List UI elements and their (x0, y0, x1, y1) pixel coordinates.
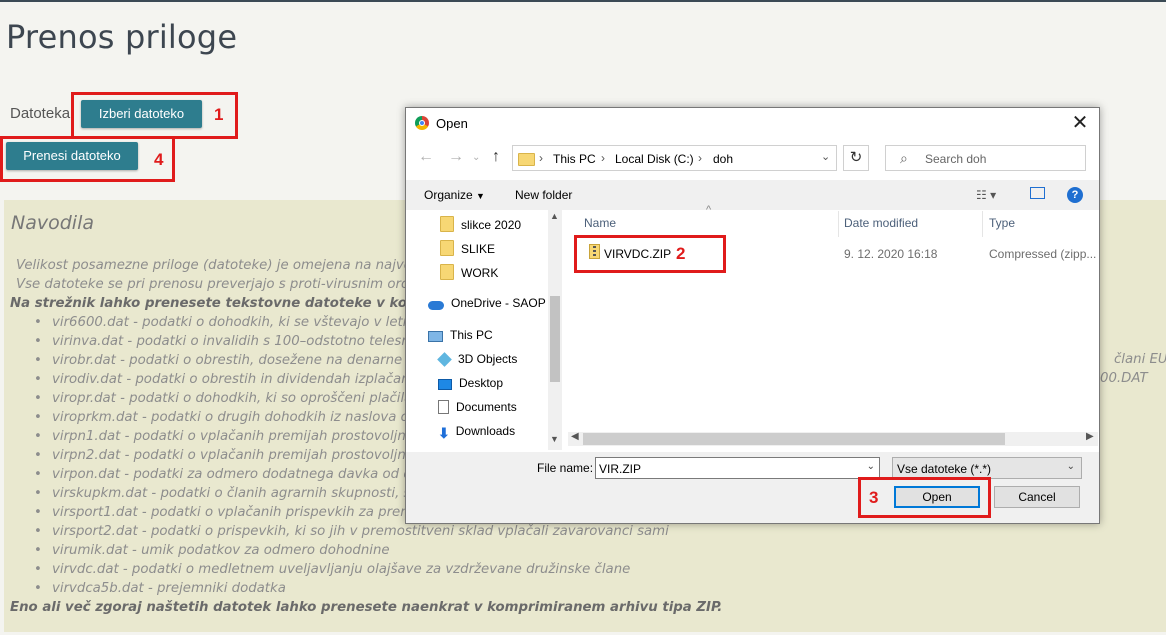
nav-item-label: Downloads (455, 424, 516, 438)
nav-item-desktop[interactable]: Desktop (438, 376, 503, 390)
breadcrumb-this-pc[interactable]: This PC (553, 152, 596, 166)
chevron-right-icon: › (601, 151, 605, 165)
column-type[interactable]: Type (989, 216, 1015, 230)
refresh-button[interactable]: ↻ (843, 145, 869, 171)
open-file-dialog: Open ✕ ← → ⌄ ↑ › This PC › Local Disk (C… (405, 107, 1100, 524)
nav-item-label: slikce 2020 (461, 218, 522, 232)
view-options-icon[interactable]: ☷ ▾ (976, 188, 996, 202)
page-title: Prenos priloge (6, 18, 238, 56)
folder-icon (440, 216, 454, 232)
chevron-down-icon[interactable]: ⌄ (867, 461, 875, 472)
annotation-number-3: 3 (869, 488, 879, 507)
file-label: Datoteka (10, 105, 71, 122)
back-arrow-icon[interactable]: ← (418, 148, 434, 166)
list-item: virvdca5b.dat - prejemniki dodatka (32, 579, 1166, 598)
nav-scrollbar-thumb[interactable] (550, 296, 560, 382)
horizontal-scrollbar-thumb[interactable] (583, 433, 1005, 445)
nav-item-onedrive[interactable]: OneDrive - SAOP (428, 296, 546, 310)
annotation-box-1 (71, 92, 238, 139)
recent-dropdown-icon[interactable]: ⌄ (472, 152, 480, 163)
nav-item-work[interactable]: WORK (440, 264, 498, 280)
up-arrow-icon[interactable]: ↑ (492, 148, 500, 166)
instruction-footer: Eno ali več zgoraj naštetih datotek lahk… (10, 600, 723, 615)
file-type-value: Vse datoteke (*.*) (897, 462, 992, 476)
search-input[interactable]: ⌕ Search doh (885, 145, 1086, 171)
column-name[interactable]: Name (584, 216, 616, 230)
nav-item-slikce-2020[interactable]: slikce 2020 (440, 216, 521, 232)
list-item: virsport2.dat - podatki o prispevkih, ki… (32, 522, 1166, 541)
annotation-number-1: 1 (214, 105, 224, 124)
top-border (0, 0, 1166, 2)
folder-icon (440, 264, 454, 280)
file-date-cell: 9. 12. 2020 16:18 (844, 247, 938, 261)
instructions-title: Navodila (11, 212, 94, 234)
refresh-icon: ↻ (849, 149, 863, 166)
cancel-button[interactable]: Cancel (994, 486, 1080, 508)
instruction-fragment: člani EU (1114, 352, 1166, 367)
cube-icon (437, 352, 452, 367)
close-icon[interactable]: ✕ (1069, 112, 1091, 134)
breadcrumb-local-disk[interactable]: Local Disk (C:) (615, 152, 694, 166)
nav-item-label: OneDrive - SAOP (451, 296, 546, 310)
nav-item-label: This PC (450, 328, 493, 342)
file-name-value: VIR.ZIP (599, 462, 642, 476)
list-item: virvdc.dat - podatki o medletnem uveljav… (32, 560, 1166, 579)
list-item: virumik.dat - umik podatkov za odmero do… (32, 541, 1166, 560)
preview-pane-icon[interactable] (1030, 187, 1045, 199)
column-date-modified[interactable]: Date modified (844, 216, 918, 230)
column-divider[interactable] (982, 211, 983, 237)
file-name-label: File name: (537, 461, 594, 475)
folder-icon (518, 153, 535, 166)
chevron-right-icon: › (698, 151, 702, 165)
nav-item-label: WORK (461, 266, 499, 280)
search-icon: ⌕ (900, 150, 908, 166)
computer-icon (428, 331, 443, 342)
annotation-box-2 (574, 235, 726, 273)
instruction-fragment: 00.DAT (1100, 371, 1148, 386)
organize-label: Organize (424, 188, 473, 202)
chevron-right-icon: › (539, 151, 543, 165)
download-arrow-icon: ⬇ (438, 425, 450, 441)
document-icon (438, 400, 449, 414)
caret-down-icon: ▼ (476, 191, 485, 201)
forward-arrow-icon[interactable]: → (448, 148, 464, 166)
nav-item-3d-objects[interactable]: 3D Objects (437, 352, 518, 367)
scroll-right-icon[interactable]: ▶ (1086, 431, 1094, 442)
address-bar[interactable]: › This PC › Local Disk (C:) › doh ⌄ (512, 145, 837, 171)
organize-button[interactable]: Organize ▼ (424, 188, 485, 202)
desktop-icon (438, 379, 452, 390)
scroll-left-icon[interactable]: ◀ (571, 431, 579, 442)
dialog-titlebar (406, 108, 1099, 138)
nav-item-label: Documents (456, 400, 517, 414)
annotation-number-2: 2 (676, 244, 686, 263)
nav-item-slike[interactable]: SLIKE (440, 240, 495, 256)
nav-item-this-pc[interactable]: This PC (428, 328, 493, 342)
dialog-title: Open (436, 116, 468, 131)
new-folder-button[interactable]: New folder (515, 188, 572, 202)
sort-indicator-icon: ^ (706, 204, 712, 216)
chrome-icon (415, 116, 429, 130)
scroll-down-icon[interactable]: ▼ (550, 434, 559, 444)
folder-icon (440, 240, 454, 256)
chevron-down-icon[interactable]: ⌄ (821, 150, 830, 163)
breadcrumb-doh[interactable]: doh (713, 152, 733, 166)
nav-item-label: Desktop (459, 376, 504, 390)
annotation-number-4: 4 (154, 150, 164, 169)
nav-item-documents[interactable]: Documents (438, 400, 517, 414)
scroll-up-icon[interactable]: ▲ (550, 211, 559, 221)
annotation-box-4 (0, 136, 175, 182)
search-placeholder: Search doh (925, 152, 987, 166)
help-icon[interactable]: ? (1067, 187, 1083, 203)
nav-item-label: SLIKE (461, 242, 496, 256)
column-divider[interactable] (838, 211, 839, 237)
file-type-select[interactable]: Vse datoteke (*.*) ⌄ (892, 457, 1082, 479)
file-type-cell: Compressed (zipp... (989, 247, 1097, 261)
nav-item-downloads[interactable]: ⬇ Downloads (438, 424, 515, 442)
nav-item-label: 3D Objects (458, 352, 518, 366)
file-name-input[interactable]: VIR.ZIP ⌄ (595, 457, 880, 479)
cloud-icon (428, 301, 444, 310)
chevron-down-icon[interactable]: ⌄ (1067, 461, 1075, 472)
